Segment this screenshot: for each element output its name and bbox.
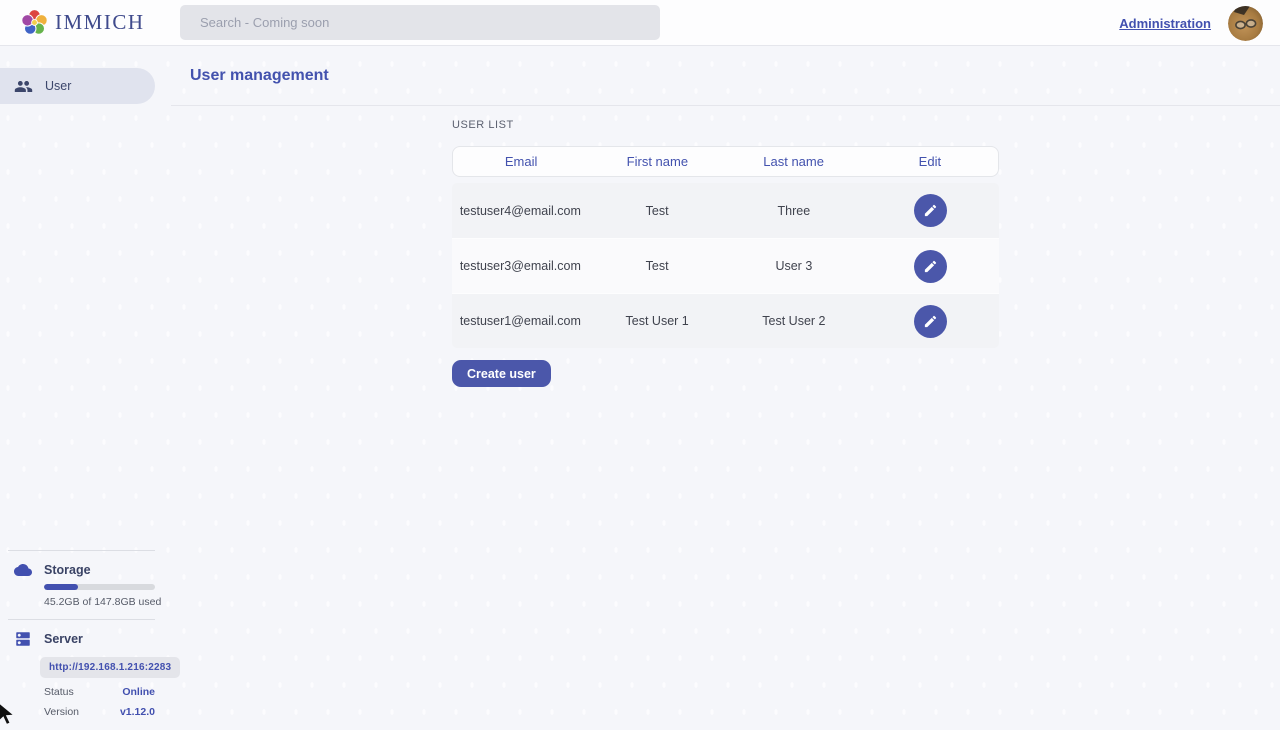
version-label: Version bbox=[44, 706, 79, 718]
table-row: testuser1@email.com Test User 1 Test Use… bbox=[452, 293, 999, 348]
user-table-header: Email First name Last name Edit bbox=[452, 146, 999, 177]
status-label: Status bbox=[44, 686, 74, 698]
page-title: User management bbox=[190, 67, 329, 85]
column-last-name: Last name bbox=[726, 154, 862, 169]
cell-first-name: Test bbox=[589, 259, 726, 273]
storage-title: Storage bbox=[44, 563, 91, 577]
table-row: testuser4@email.com Test Three bbox=[452, 183, 999, 238]
column-email: Email bbox=[453, 154, 589, 169]
main-content: USER LIST Email First name Last name Edi… bbox=[171, 107, 1280, 730]
user-avatar[interactable] bbox=[1228, 6, 1263, 41]
cell-last-name: User 3 bbox=[726, 259, 863, 273]
storage-progress-bar bbox=[44, 584, 155, 590]
user-list-label: USER LIST bbox=[452, 119, 999, 131]
server-header: Server bbox=[14, 630, 171, 648]
status-value: Online bbox=[122, 686, 155, 698]
table-row: testuser3@email.com Test User 3 bbox=[452, 238, 999, 293]
sidebar-status-panel: Storage 45.2GB of 147.8GB used Server ht… bbox=[0, 550, 171, 730]
divider bbox=[8, 550, 155, 551]
server-section: Server http://192.168.1.216:2283 Status … bbox=[0, 630, 171, 718]
cell-last-name: Three bbox=[726, 204, 863, 218]
cell-email: testuser4@email.com bbox=[452, 204, 589, 218]
server-version-row: Version v1.12.0 bbox=[44, 706, 155, 718]
server-url-badge: http://192.168.1.216:2283 bbox=[40, 657, 180, 678]
logo-wordmark: IMMICH bbox=[55, 10, 145, 35]
edit-user-button[interactable] bbox=[914, 305, 947, 338]
immich-admin-page: { "header": { "logo_text": "IMMICH", "se… bbox=[0, 0, 1280, 730]
immich-flower-icon bbox=[21, 9, 48, 36]
cell-email: testuser3@email.com bbox=[452, 259, 589, 273]
storage-header: Storage bbox=[14, 561, 171, 579]
cell-first-name: Test bbox=[589, 204, 726, 218]
divider bbox=[8, 619, 155, 620]
pencil-icon bbox=[923, 314, 938, 329]
sidebar-item-user-label: User bbox=[45, 79, 71, 93]
cloud-icon bbox=[14, 561, 32, 579]
server-status-row: Status Online bbox=[44, 686, 155, 698]
immich-logo: IMMICH bbox=[21, 9, 145, 36]
search-input[interactable] bbox=[180, 5, 660, 40]
storage-usage-text: 45.2GB of 147.8GB used bbox=[44, 596, 171, 608]
administration-link[interactable]: Administration bbox=[1119, 16, 1211, 31]
top-bar: IMMICH Administration bbox=[0, 0, 1280, 46]
version-value: v1.12.0 bbox=[120, 706, 155, 718]
edit-user-button[interactable] bbox=[914, 194, 947, 227]
topbar-right: Administration bbox=[1119, 0, 1263, 46]
pencil-icon bbox=[923, 203, 938, 218]
edit-user-button[interactable] bbox=[914, 250, 947, 283]
main-header: User management bbox=[171, 46, 1280, 106]
server-icon bbox=[14, 630, 32, 648]
column-edit: Edit bbox=[862, 154, 998, 169]
sidebar-item-user[interactable]: User bbox=[0, 68, 155, 104]
cell-first-name: Test User 1 bbox=[589, 314, 726, 328]
storage-progress-fill bbox=[44, 584, 78, 590]
sidebar: User Storage 45.2GB of 147.8GB used bbox=[0, 47, 171, 730]
server-title: Server bbox=[44, 632, 83, 646]
pencil-icon bbox=[923, 259, 938, 274]
group-icon bbox=[14, 77, 33, 96]
column-first-name: First name bbox=[589, 154, 725, 169]
create-user-button[interactable]: Create user bbox=[452, 360, 551, 387]
cell-email: testuser1@email.com bbox=[452, 314, 589, 328]
user-table: testuser4@email.com Test Three testuser3… bbox=[452, 183, 999, 348]
cell-last-name: Test User 2 bbox=[726, 314, 863, 328]
